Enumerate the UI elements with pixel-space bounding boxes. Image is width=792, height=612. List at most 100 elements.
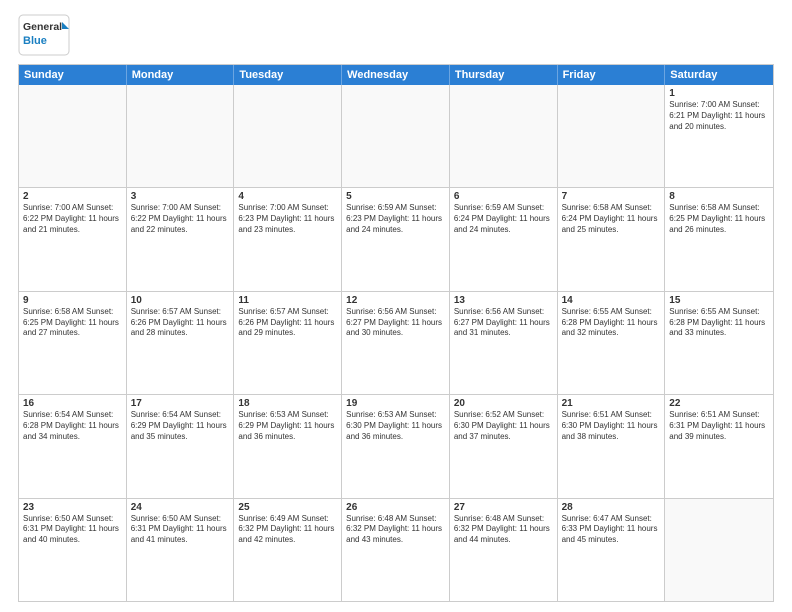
- cell-info: Sunrise: 6:58 AM Sunset: 6:25 PM Dayligh…: [669, 203, 769, 235]
- empty-cell-0-0: [19, 85, 127, 187]
- day-cell-4: 4Sunrise: 7:00 AM Sunset: 6:23 PM Daylig…: [234, 188, 342, 290]
- svg-text:General: General: [23, 21, 62, 33]
- day-number: 11: [238, 295, 337, 306]
- day-cell-24: 24Sunrise: 6:50 AM Sunset: 6:31 PM Dayli…: [127, 499, 235, 601]
- day-cell-13: 13Sunrise: 6:56 AM Sunset: 6:27 PM Dayli…: [450, 292, 558, 394]
- day-cell-12: 12Sunrise: 6:56 AM Sunset: 6:27 PM Dayli…: [342, 292, 450, 394]
- day-number: 4: [238, 191, 337, 202]
- logo: General Blue: [18, 14, 70, 56]
- day-cell-18: 18Sunrise: 6:53 AM Sunset: 6:29 PM Dayli…: [234, 395, 342, 497]
- cell-info: Sunrise: 6:50 AM Sunset: 6:31 PM Dayligh…: [131, 514, 230, 546]
- day-number: 14: [562, 295, 661, 306]
- week-row-3: 16Sunrise: 6:54 AM Sunset: 6:28 PM Dayli…: [19, 395, 773, 498]
- empty-cell-0-4: [450, 85, 558, 187]
- cell-info: Sunrise: 6:55 AM Sunset: 6:28 PM Dayligh…: [669, 307, 769, 339]
- empty-cell-0-1: [127, 85, 235, 187]
- day-cell-16: 16Sunrise: 6:54 AM Sunset: 6:28 PM Dayli…: [19, 395, 127, 497]
- header: General Blue: [18, 14, 774, 56]
- day-number: 6: [454, 191, 553, 202]
- header-cell-thursday: Thursday: [450, 65, 558, 85]
- cell-info: Sunrise: 6:50 AM Sunset: 6:31 PM Dayligh…: [23, 514, 122, 546]
- calendar-body: 1Sunrise: 7:00 AM Sunset: 6:21 PM Daylig…: [19, 85, 773, 601]
- cell-info: Sunrise: 6:57 AM Sunset: 6:26 PM Dayligh…: [238, 307, 337, 339]
- cell-info: Sunrise: 6:57 AM Sunset: 6:26 PM Dayligh…: [131, 307, 230, 339]
- cell-info: Sunrise: 7:00 AM Sunset: 6:22 PM Dayligh…: [23, 203, 122, 235]
- week-row-1: 2Sunrise: 7:00 AM Sunset: 6:22 PM Daylig…: [19, 188, 773, 291]
- empty-cell-0-5: [558, 85, 666, 187]
- header-cell-friday: Friday: [558, 65, 666, 85]
- calendar: SundayMondayTuesdayWednesdayThursdayFrid…: [18, 64, 774, 602]
- day-cell-25: 25Sunrise: 6:49 AM Sunset: 6:32 PM Dayli…: [234, 499, 342, 601]
- day-number: 15: [669, 295, 769, 306]
- day-number: 7: [562, 191, 661, 202]
- cell-info: Sunrise: 6:56 AM Sunset: 6:27 PM Dayligh…: [454, 307, 553, 339]
- empty-cell-4-6: [665, 499, 773, 601]
- day-cell-11: 11Sunrise: 6:57 AM Sunset: 6:26 PM Dayli…: [234, 292, 342, 394]
- day-cell-23: 23Sunrise: 6:50 AM Sunset: 6:31 PM Dayli…: [19, 499, 127, 601]
- day-number: 24: [131, 502, 230, 513]
- header-cell-tuesday: Tuesday: [234, 65, 342, 85]
- week-row-2: 9Sunrise: 6:58 AM Sunset: 6:25 PM Daylig…: [19, 292, 773, 395]
- cell-info: Sunrise: 6:52 AM Sunset: 6:30 PM Dayligh…: [454, 410, 553, 442]
- day-number: 3: [131, 191, 230, 202]
- week-row-4: 23Sunrise: 6:50 AM Sunset: 6:31 PM Dayli…: [19, 499, 773, 601]
- header-cell-saturday: Saturday: [665, 65, 773, 85]
- day-number: 8: [669, 191, 769, 202]
- day-cell-1: 1Sunrise: 7:00 AM Sunset: 6:21 PM Daylig…: [665, 85, 773, 187]
- day-number: 21: [562, 398, 661, 409]
- cell-info: Sunrise: 6:58 AM Sunset: 6:25 PM Dayligh…: [23, 307, 122, 339]
- day-number: 12: [346, 295, 445, 306]
- day-cell-10: 10Sunrise: 6:57 AM Sunset: 6:26 PM Dayli…: [127, 292, 235, 394]
- page: General Blue SundayMondayTuesdayWednesda…: [0, 0, 792, 612]
- day-number: 28: [562, 502, 661, 513]
- day-cell-15: 15Sunrise: 6:55 AM Sunset: 6:28 PM Dayli…: [665, 292, 773, 394]
- day-cell-26: 26Sunrise: 6:48 AM Sunset: 6:32 PM Dayli…: [342, 499, 450, 601]
- day-number: 22: [669, 398, 769, 409]
- day-number: 5: [346, 191, 445, 202]
- day-number: 18: [238, 398, 337, 409]
- day-number: 23: [23, 502, 122, 513]
- cell-info: Sunrise: 6:51 AM Sunset: 6:31 PM Dayligh…: [669, 410, 769, 442]
- empty-cell-0-3: [342, 85, 450, 187]
- cell-info: Sunrise: 6:54 AM Sunset: 6:28 PM Dayligh…: [23, 410, 122, 442]
- cell-info: Sunrise: 6:54 AM Sunset: 6:29 PM Dayligh…: [131, 410, 230, 442]
- day-cell-5: 5Sunrise: 6:59 AM Sunset: 6:23 PM Daylig…: [342, 188, 450, 290]
- cell-info: Sunrise: 6:49 AM Sunset: 6:32 PM Dayligh…: [238, 514, 337, 546]
- cell-info: Sunrise: 6:53 AM Sunset: 6:30 PM Dayligh…: [346, 410, 445, 442]
- day-cell-3: 3Sunrise: 7:00 AM Sunset: 6:22 PM Daylig…: [127, 188, 235, 290]
- header-cell-monday: Monday: [127, 65, 235, 85]
- cell-info: Sunrise: 6:58 AM Sunset: 6:24 PM Dayligh…: [562, 203, 661, 235]
- cell-info: Sunrise: 6:59 AM Sunset: 6:23 PM Dayligh…: [346, 203, 445, 235]
- cell-info: Sunrise: 6:51 AM Sunset: 6:30 PM Dayligh…: [562, 410, 661, 442]
- day-number: 17: [131, 398, 230, 409]
- day-cell-17: 17Sunrise: 6:54 AM Sunset: 6:29 PM Dayli…: [127, 395, 235, 497]
- day-cell-27: 27Sunrise: 6:48 AM Sunset: 6:32 PM Dayli…: [450, 499, 558, 601]
- cell-info: Sunrise: 7:00 AM Sunset: 6:23 PM Dayligh…: [238, 203, 337, 235]
- day-number: 25: [238, 502, 337, 513]
- cell-info: Sunrise: 6:59 AM Sunset: 6:24 PM Dayligh…: [454, 203, 553, 235]
- day-cell-20: 20Sunrise: 6:52 AM Sunset: 6:30 PM Dayli…: [450, 395, 558, 497]
- day-number: 19: [346, 398, 445, 409]
- day-number: 20: [454, 398, 553, 409]
- cell-info: Sunrise: 7:00 AM Sunset: 6:22 PM Dayligh…: [131, 203, 230, 235]
- cell-info: Sunrise: 7:00 AM Sunset: 6:21 PM Dayligh…: [669, 100, 769, 132]
- day-number: 9: [23, 295, 122, 306]
- day-number: 13: [454, 295, 553, 306]
- cell-info: Sunrise: 6:48 AM Sunset: 6:32 PM Dayligh…: [346, 514, 445, 546]
- cell-info: Sunrise: 6:56 AM Sunset: 6:27 PM Dayligh…: [346, 307, 445, 339]
- day-cell-28: 28Sunrise: 6:47 AM Sunset: 6:33 PM Dayli…: [558, 499, 666, 601]
- svg-text:Blue: Blue: [23, 35, 47, 47]
- day-cell-19: 19Sunrise: 6:53 AM Sunset: 6:30 PM Dayli…: [342, 395, 450, 497]
- cell-info: Sunrise: 6:55 AM Sunset: 6:28 PM Dayligh…: [562, 307, 661, 339]
- day-number: 10: [131, 295, 230, 306]
- day-cell-7: 7Sunrise: 6:58 AM Sunset: 6:24 PM Daylig…: [558, 188, 666, 290]
- day-number: 2: [23, 191, 122, 202]
- day-cell-9: 9Sunrise: 6:58 AM Sunset: 6:25 PM Daylig…: [19, 292, 127, 394]
- day-number: 1: [669, 88, 769, 99]
- day-cell-21: 21Sunrise: 6:51 AM Sunset: 6:30 PM Dayli…: [558, 395, 666, 497]
- cell-info: Sunrise: 6:47 AM Sunset: 6:33 PM Dayligh…: [562, 514, 661, 546]
- cell-info: Sunrise: 6:48 AM Sunset: 6:32 PM Dayligh…: [454, 514, 553, 546]
- calendar-header: SundayMondayTuesdayWednesdayThursdayFrid…: [19, 65, 773, 85]
- day-number: 27: [454, 502, 553, 513]
- day-number: 26: [346, 502, 445, 513]
